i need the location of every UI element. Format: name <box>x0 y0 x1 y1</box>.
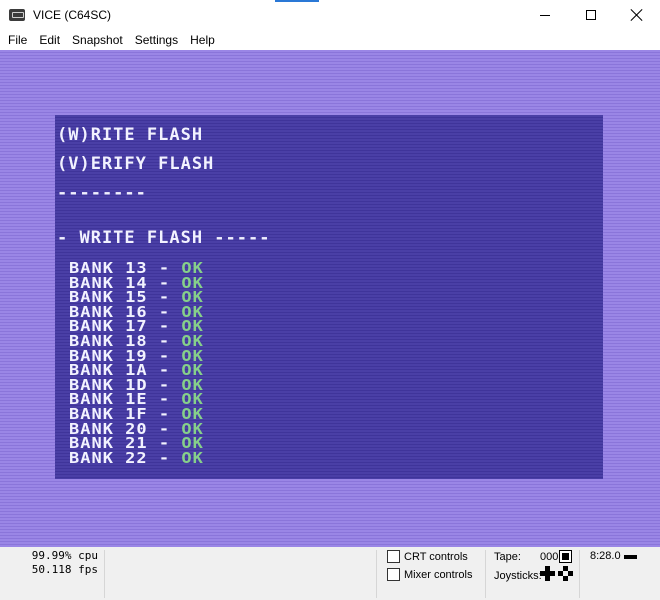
drive-led-icon <box>624 555 637 559</box>
mixer-controls-label: Mixer controls <box>404 568 473 581</box>
emulator-screen[interactable]: (W)RITE FLASH (V)ERIFY FLASH -------- - … <box>0 50 660 547</box>
joysticks-label: Joysticks: <box>494 570 542 582</box>
joystick-port1-icon[interactable] <box>540 566 555 581</box>
status-separator <box>104 550 105 598</box>
menu-snapshot[interactable]: Snapshot <box>66 33 129 47</box>
crt-controls-label: CRT controls <box>404 550 468 563</box>
menu-line-write-flash: (W)RITE FLASH <box>57 125 204 145</box>
mixer-controls-toggle[interactable]: Mixer controls <box>387 568 472 581</box>
title-accent-strip <box>275 0 319 2</box>
status-separator <box>485 550 486 598</box>
bank-row: BANK 1A - OK <box>69 363 204 378</box>
emulation-clock: 8:28.0 <box>590 550 621 562</box>
joystick-port2-icon[interactable] <box>558 566 573 581</box>
tape-label: Tape: <box>494 551 521 563</box>
bank-row: BANK 17 - OK <box>69 319 204 334</box>
minimize-icon <box>540 14 550 16</box>
fps-readout: 50.118 fps <box>31 563 98 576</box>
bank-row: BANK 18 - OK <box>69 334 204 349</box>
bank-row: BANK 22 - OK <box>69 449 204 468</box>
status-separator <box>376 550 377 598</box>
bank-row: BANK 19 - OK <box>69 348 204 363</box>
menu-help[interactable]: Help <box>184 33 221 47</box>
crt-controls-toggle[interactable]: CRT controls <box>387 550 468 563</box>
maximize-button[interactable] <box>568 0 614 30</box>
menu-edit[interactable]: Edit <box>33 33 66 47</box>
bank-label: BANK 22 - <box>69 449 182 468</box>
status-bar: 99.99% cpu 50.118 fps CRT controls Mixer… <box>0 547 660 600</box>
cpu-usage: 99.99% cpu <box>31 549 98 562</box>
menu-bar: File Edit Snapshot Settings Help <box>0 30 660 49</box>
menu-settings[interactable]: Settings <box>129 33 184 47</box>
minimize-button[interactable] <box>522 0 568 30</box>
close-button[interactable] <box>614 0 660 30</box>
menu-file[interactable]: File <box>2 33 33 47</box>
section-header: - WRITE FLASH ----- <box>57 228 271 248</box>
bank-row: BANK 20 - OK <box>69 421 204 436</box>
bank-row: BANK 21 - OK <box>69 436 204 451</box>
menu-line-verify-flash: (V)ERIFY FLASH <box>57 154 215 174</box>
close-icon <box>631 9 643 21</box>
c64-display: (W)RITE FLASH (V)ERIFY FLASH -------- - … <box>55 115 603 479</box>
tape-stop-icon[interactable] <box>559 550 572 563</box>
bank-status: OK <box>181 449 204 468</box>
bank-row: BANK 1F - OK <box>69 407 204 422</box>
window-title: VICE (C64SC) <box>33 8 112 22</box>
tape-counter: 000 <box>540 551 559 563</box>
bank-row: BANK 15 - OK <box>69 290 204 305</box>
status-separator <box>579 550 580 598</box>
bank-row: BANK 13 - OK <box>69 261 204 276</box>
performance-readout: 99.99% cpu 50.118 fps <box>0 549 98 577</box>
bank-row: BANK 1E - OK <box>69 392 204 407</box>
title-bar: VICE (C64SC) <box>0 0 660 30</box>
window-controls <box>522 0 660 30</box>
mixer-controls-checkbox[interactable] <box>387 568 400 581</box>
menu-divider: -------- <box>57 183 147 203</box>
maximize-icon <box>586 10 596 20</box>
bank-row: BANK 14 - OK <box>69 275 204 290</box>
crt-controls-checkbox[interactable] <box>387 550 400 563</box>
vice-app-icon[interactable] <box>9 9 25 21</box>
